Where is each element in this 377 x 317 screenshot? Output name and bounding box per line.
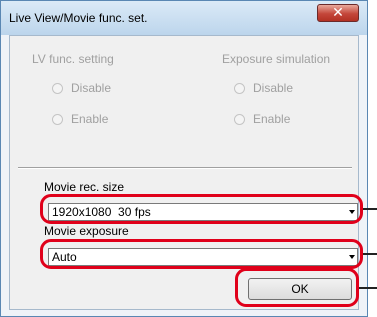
lv-func-enable-radio[interactable]: Enable bbox=[52, 112, 108, 126]
leader-line bbox=[363, 208, 377, 210]
exposure-sim-enable-radio[interactable]: Enable bbox=[234, 112, 290, 126]
exposure-sim-disable-label: Disable bbox=[253, 81, 294, 95]
exposure-simulation-label: Exposure simulation bbox=[222, 52, 331, 66]
window-title: Live View/Movie func. set. bbox=[9, 11, 148, 25]
movie-exposure-label: Movie exposure bbox=[44, 224, 129, 238]
lv-func-enable-label: Enable bbox=[71, 112, 109, 126]
leader-line bbox=[363, 253, 377, 255]
leader-line bbox=[359, 287, 377, 289]
close-icon: ✕ bbox=[332, 5, 344, 21]
radio-circle bbox=[52, 82, 63, 94]
lv-func-setting-label: LV func. setting bbox=[32, 52, 114, 66]
radio-circle bbox=[52, 113, 63, 125]
highlight-ok-button bbox=[235, 268, 359, 307]
exposure-sim-enable-label: Enable bbox=[253, 112, 291, 126]
exposure-sim-disable-radio[interactable]: Disable bbox=[234, 81, 293, 95]
highlight-movie-rec-size bbox=[40, 194, 363, 224]
title-bar: Live View/Movie func. set. ✕ bbox=[1, 1, 367, 35]
separator bbox=[18, 167, 352, 169]
close-button[interactable]: ✕ bbox=[317, 4, 359, 22]
radio-circle bbox=[234, 113, 245, 125]
lv-func-disable-label: Disable bbox=[71, 81, 112, 95]
lv-func-disable-radio[interactable]: Disable bbox=[52, 81, 111, 95]
radio-circle bbox=[234, 82, 245, 94]
highlight-movie-exposure bbox=[40, 239, 363, 269]
movie-rec-size-label: Movie rec. size bbox=[44, 180, 125, 194]
